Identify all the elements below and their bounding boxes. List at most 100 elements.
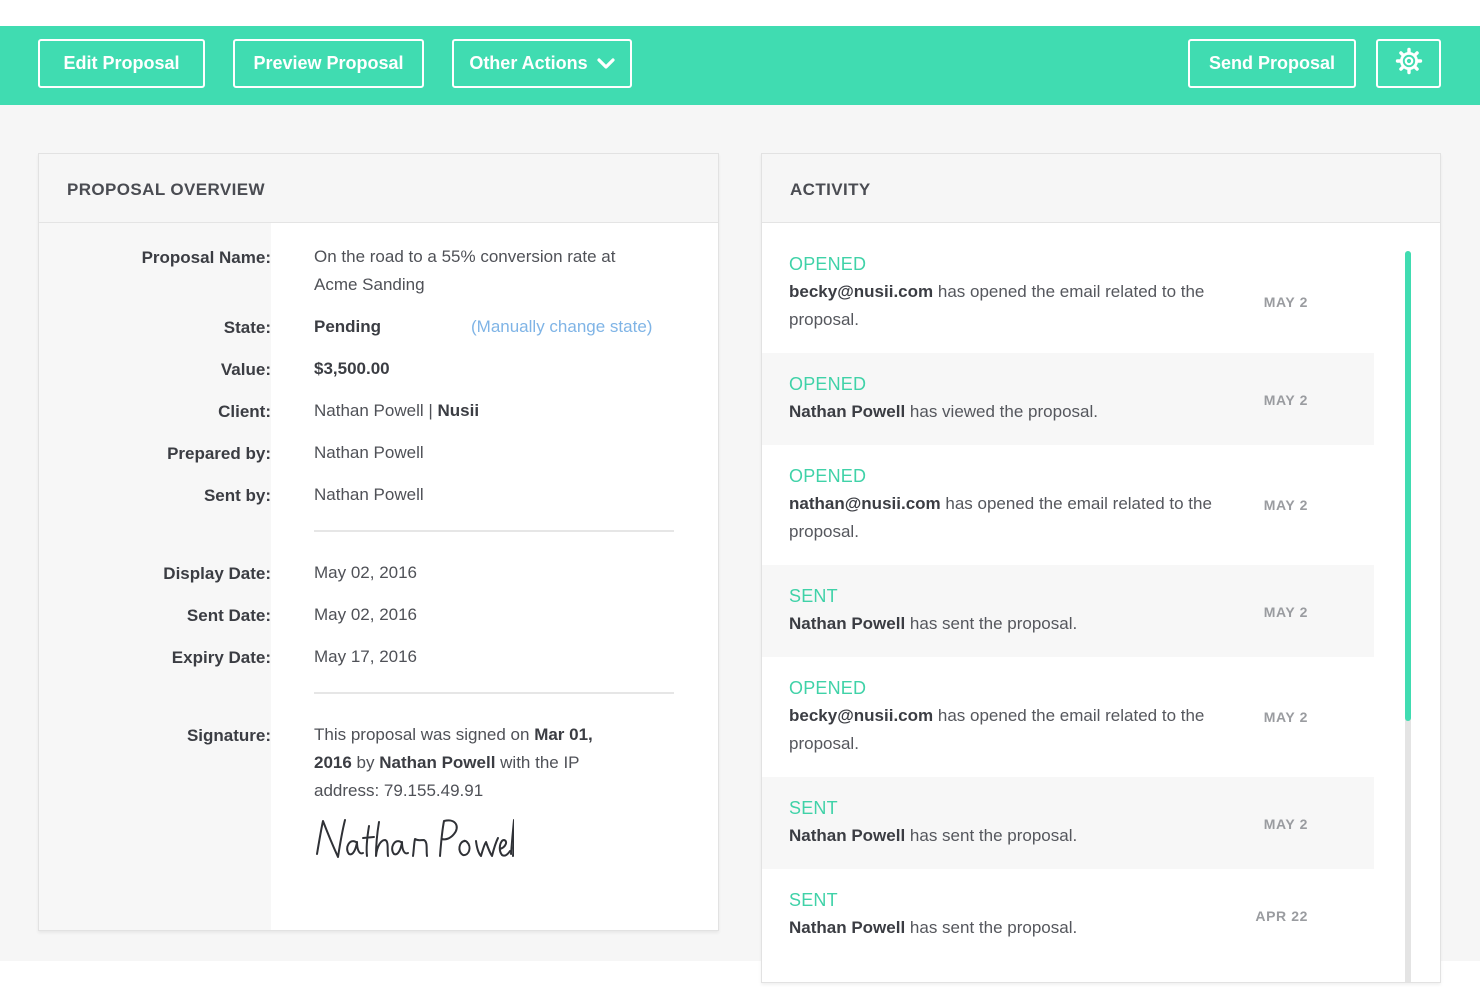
activity-date: MAY 2 (1263, 294, 1308, 310)
activity-date: MAY 2 (1263, 604, 1308, 620)
activity-header: ACTIVITY (762, 154, 1440, 223)
activity-action: has sent the proposal. (905, 918, 1078, 937)
activity-item: OPENED Nathan Powell has viewed the prop… (762, 353, 1374, 445)
value-label: Value: (220, 360, 271, 379)
sent-by-value: Nathan Powell (314, 485, 424, 504)
manually-change-state-link[interactable]: (Manually change state) (471, 317, 652, 337)
activity-type: OPENED (789, 678, 867, 698)
other-actions-label: Other Actions (469, 53, 588, 73)
activity-actor: becky@nusii.com (789, 706, 934, 725)
proposal-name-line-1: On the road to a 55% conversion rate at (314, 247, 616, 266)
activity-action: has sent the proposal. (905, 826, 1078, 845)
handwritten-signature (314, 816, 515, 869)
state-value: Pending (314, 313, 381, 341)
activity-date: MAY 2 (1263, 497, 1308, 513)
prepared-by-label: Prepared by: (167, 444, 271, 463)
workspace: PROPOSAL OVERVIEW Proposal Name: State: … (0, 105, 1480, 983)
signature-date-part-1: Mar 01, (534, 725, 593, 744)
overview-label-column: Proposal Name: State: Value: Client: Pre… (39, 223, 271, 930)
activity-item: OPENED nathan@nusii.com has opened the e… (762, 445, 1374, 565)
top-toolbar: Edit Proposal Preview Proposal Other Act… (0, 26, 1480, 105)
activity-action: has opened the email related to the (940, 494, 1212, 513)
signature-statement-line-2: 2016 by Nathan Powell with the IP (314, 749, 664, 777)
activity-list[interactable]: OPENED becky@nusii.com has opened the em… (762, 223, 1374, 982)
prepared-by-value: Nathan Powell (314, 443, 424, 462)
proposal-overview-card: PROPOSAL OVERVIEW Proposal Name: State: … (38, 153, 719, 931)
signature-ip-prefix: with the IP (495, 753, 580, 772)
signature-by: by (351, 753, 380, 772)
activity-actor: Nathan Powell (789, 826, 906, 845)
activity-actor: Nathan Powell (789, 402, 906, 421)
activity-action: has opened the email related to the (933, 706, 1205, 725)
signature-prefix: This proposal was signed on (314, 725, 535, 744)
activity-date: MAY 2 (1263, 816, 1308, 832)
activity-type: OPENED (789, 374, 867, 394)
proposal-name-label: Proposal Name: (141, 248, 271, 267)
signature-label: Signature: (186, 726, 271, 745)
sent-by-label: Sent by: (203, 486, 271, 505)
activity-action: has sent the proposal. (905, 614, 1078, 633)
expiry-date-value: May 17, 2016 (314, 647, 418, 666)
display-date-value: May 02, 2016 (314, 563, 418, 582)
activity-scrollbar-thumb[interactable] (1405, 251, 1411, 721)
activity-type: SENT (789, 798, 838, 818)
send-proposal-label: Send Proposal (1208, 53, 1336, 73)
activity-actor: becky@nusii.com (789, 282, 934, 301)
signature-date-part-2: 2016 (314, 753, 352, 772)
activity-action: has opened the email related to the (933, 282, 1205, 301)
activity-item: OPENED becky@nusii.com has opened the em… (762, 657, 1374, 777)
activity-type: SENT (789, 586, 838, 606)
settings-button[interactable] (1376, 39, 1441, 88)
activity-text-line-2: proposal. (789, 522, 859, 541)
client-name: Nathan Powell (314, 401, 424, 420)
activity-title: ACTIVITY (790, 180, 871, 199)
activity-type: OPENED (789, 466, 867, 486)
value-amount: $3,500.00 (314, 355, 390, 383)
chevron-down-icon (597, 57, 615, 70)
activity-text-line-2: proposal. (789, 310, 859, 329)
signature-statement: This proposal was signed on Mar 01, 2016… (314, 721, 664, 805)
activity-item: SENT Nathan Powell has sent the proposal… (762, 777, 1374, 869)
client-separator: | (423, 401, 438, 420)
activity-actor: Nathan Powell (789, 614, 906, 633)
activity-text-line-2: proposal. (789, 734, 859, 753)
signature-statement-line-1: This proposal was signed on Mar 01, (314, 721, 664, 749)
activity-date: APR 22 (1255, 908, 1308, 924)
activity-item: SENT Nathan Powell has sent the proposal… (762, 869, 1374, 982)
preview-proposal-label: Preview Proposal (253, 53, 404, 73)
activity-actor: nathan@nusii.com (789, 494, 941, 513)
client-company: Nusii (437, 401, 480, 420)
edit-proposal-button[interactable]: Edit Proposal (38, 39, 205, 88)
expiry-date-label: Expiry Date: (171, 648, 271, 667)
activity-actor: Nathan Powell (789, 918, 906, 937)
activity-type: OPENED (789, 254, 867, 274)
signature-ip-address: address: 79.155.49.91 (314, 781, 484, 800)
activity-card: ACTIVITY OPENED becky@nusii.com has open… (761, 153, 1441, 983)
edit-proposal-label: Edit Proposal (63, 53, 180, 73)
display-date-label: Display Date: (163, 564, 271, 583)
preview-proposal-button[interactable]: Preview Proposal (233, 39, 424, 88)
gear-icon (1395, 47, 1423, 80)
sent-date-value: May 02, 2016 (314, 605, 418, 624)
state-label: State: (223, 318, 271, 337)
sent-date-label: Sent Date: (186, 606, 271, 625)
proposal-overview-header: PROPOSAL OVERVIEW (39, 154, 718, 223)
overview-divider-1 (314, 530, 674, 532)
activity-item: OPENED becky@nusii.com has opened the em… (762, 223, 1374, 353)
overview-divider-2 (314, 692, 674, 694)
activity-date: MAY 2 (1263, 709, 1308, 725)
state-value-text: Pending (314, 317, 382, 336)
proposal-name-line-2: Acme Sanding (314, 275, 425, 294)
proposal-overview-title: PROPOSAL OVERVIEW (67, 180, 265, 199)
value-amount-text: $3,500.00 (314, 359, 390, 378)
client-value: Nathan Powell | Nusii (314, 397, 479, 425)
other-actions-dropdown[interactable]: Other Actions (452, 39, 632, 88)
client-label: Client: (218, 402, 271, 421)
proposal-name-value: On the road to a 55% conversion rate at … (314, 243, 615, 299)
activity-type: SENT (789, 890, 838, 910)
signature-signer-name: Nathan Powell (379, 753, 496, 772)
send-proposal-button[interactable]: Send Proposal (1188, 39, 1356, 88)
activity-item: SENT Nathan Powell has sent the proposal… (762, 565, 1374, 657)
activity-action: has viewed the proposal. (905, 402, 1098, 421)
activity-scrollbar[interactable] (1405, 251, 1411, 982)
